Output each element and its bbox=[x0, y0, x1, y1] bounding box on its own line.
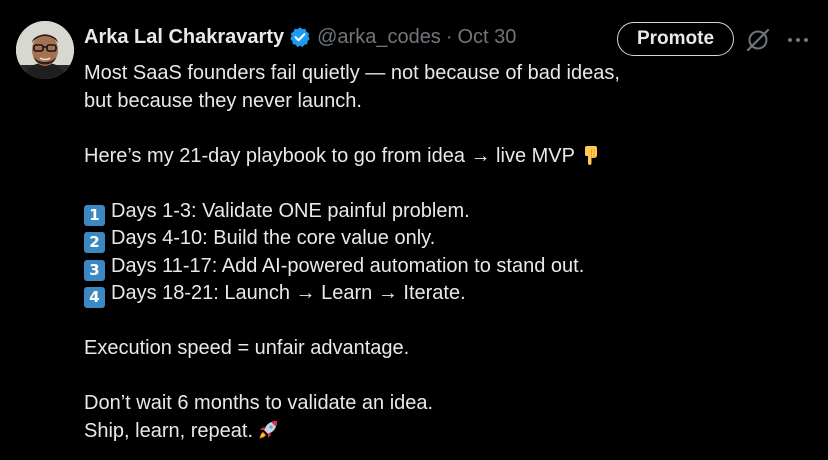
keycap-number-icon: 4 bbox=[84, 287, 105, 308]
author-name[interactable]: Arka Lal Chakravarty bbox=[84, 26, 284, 49]
tweet-line: Most SaaS founders fail quietly — not be… bbox=[84, 62, 620, 84]
verified-badge-icon[interactable] bbox=[289, 26, 311, 48]
avatar-image bbox=[16, 21, 74, 79]
pointing-down-emoji-icon bbox=[584, 145, 597, 165]
step-text: Days 18-21: Launch → Learn → Iterate. bbox=[111, 282, 466, 304]
tweet-header: Arka Lal Chakravarty @arka_codes · Oct 3… bbox=[84, 22, 516, 52]
more-horizontal-icon[interactable] bbox=[786, 30, 810, 50]
step-item: 1 Days 1-3: Validate ONE painful problem. bbox=[84, 198, 804, 226]
tweet-line: Ship, learn, repeat. bbox=[84, 418, 804, 446]
playbook-text: Here’s my 21-day playbook to go from ide… bbox=[84, 144, 575, 167]
tweet-line: Don’t wait 6 months to validate an idea. bbox=[84, 392, 434, 414]
tweet-line: Here’s my 21-day playbook to go from ide… bbox=[84, 143, 804, 171]
keycap-number-icon: 1 bbox=[84, 204, 105, 226]
separator-dot: · bbox=[445, 25, 453, 48]
tweet-line: but because they never launch. bbox=[84, 89, 362, 112]
grok-icon[interactable] bbox=[745, 27, 771, 53]
step-item: 4 Days 18-21: Launch → Learn → Iterate. bbox=[84, 280, 804, 308]
step-item: 2 Days 4-10: Build the core value only. bbox=[84, 225, 804, 253]
tweet-line: Execution speed = unfair advantage. bbox=[84, 337, 410, 359]
step-text: Days 1-3: Validate ONE painful problem. bbox=[111, 199, 470, 222]
tweet-date[interactable]: Oct 30 bbox=[457, 26, 516, 49]
promote-button[interactable]: Promote bbox=[617, 22, 734, 56]
author-handle[interactable]: @arka_codes bbox=[317, 26, 441, 49]
keycap-number-icon: 2 bbox=[84, 232, 105, 253]
step-item: 3 Days 11-17: Add AI-powered automation t… bbox=[84, 253, 804, 281]
rocket-emoji-icon bbox=[259, 420, 277, 438]
step-text: Days 4-10: Build the core value only. bbox=[111, 227, 436, 249]
closing-text: Ship, learn, repeat. bbox=[84, 419, 253, 442]
keycap-number-icon: 3 bbox=[84, 259, 105, 281]
step-text: Days 11-17: Add AI-powered automation to… bbox=[111, 254, 585, 277]
avatar[interactable] bbox=[16, 21, 74, 79]
tweet-text: Most SaaS founders fail quietly — not be… bbox=[84, 60, 804, 445]
